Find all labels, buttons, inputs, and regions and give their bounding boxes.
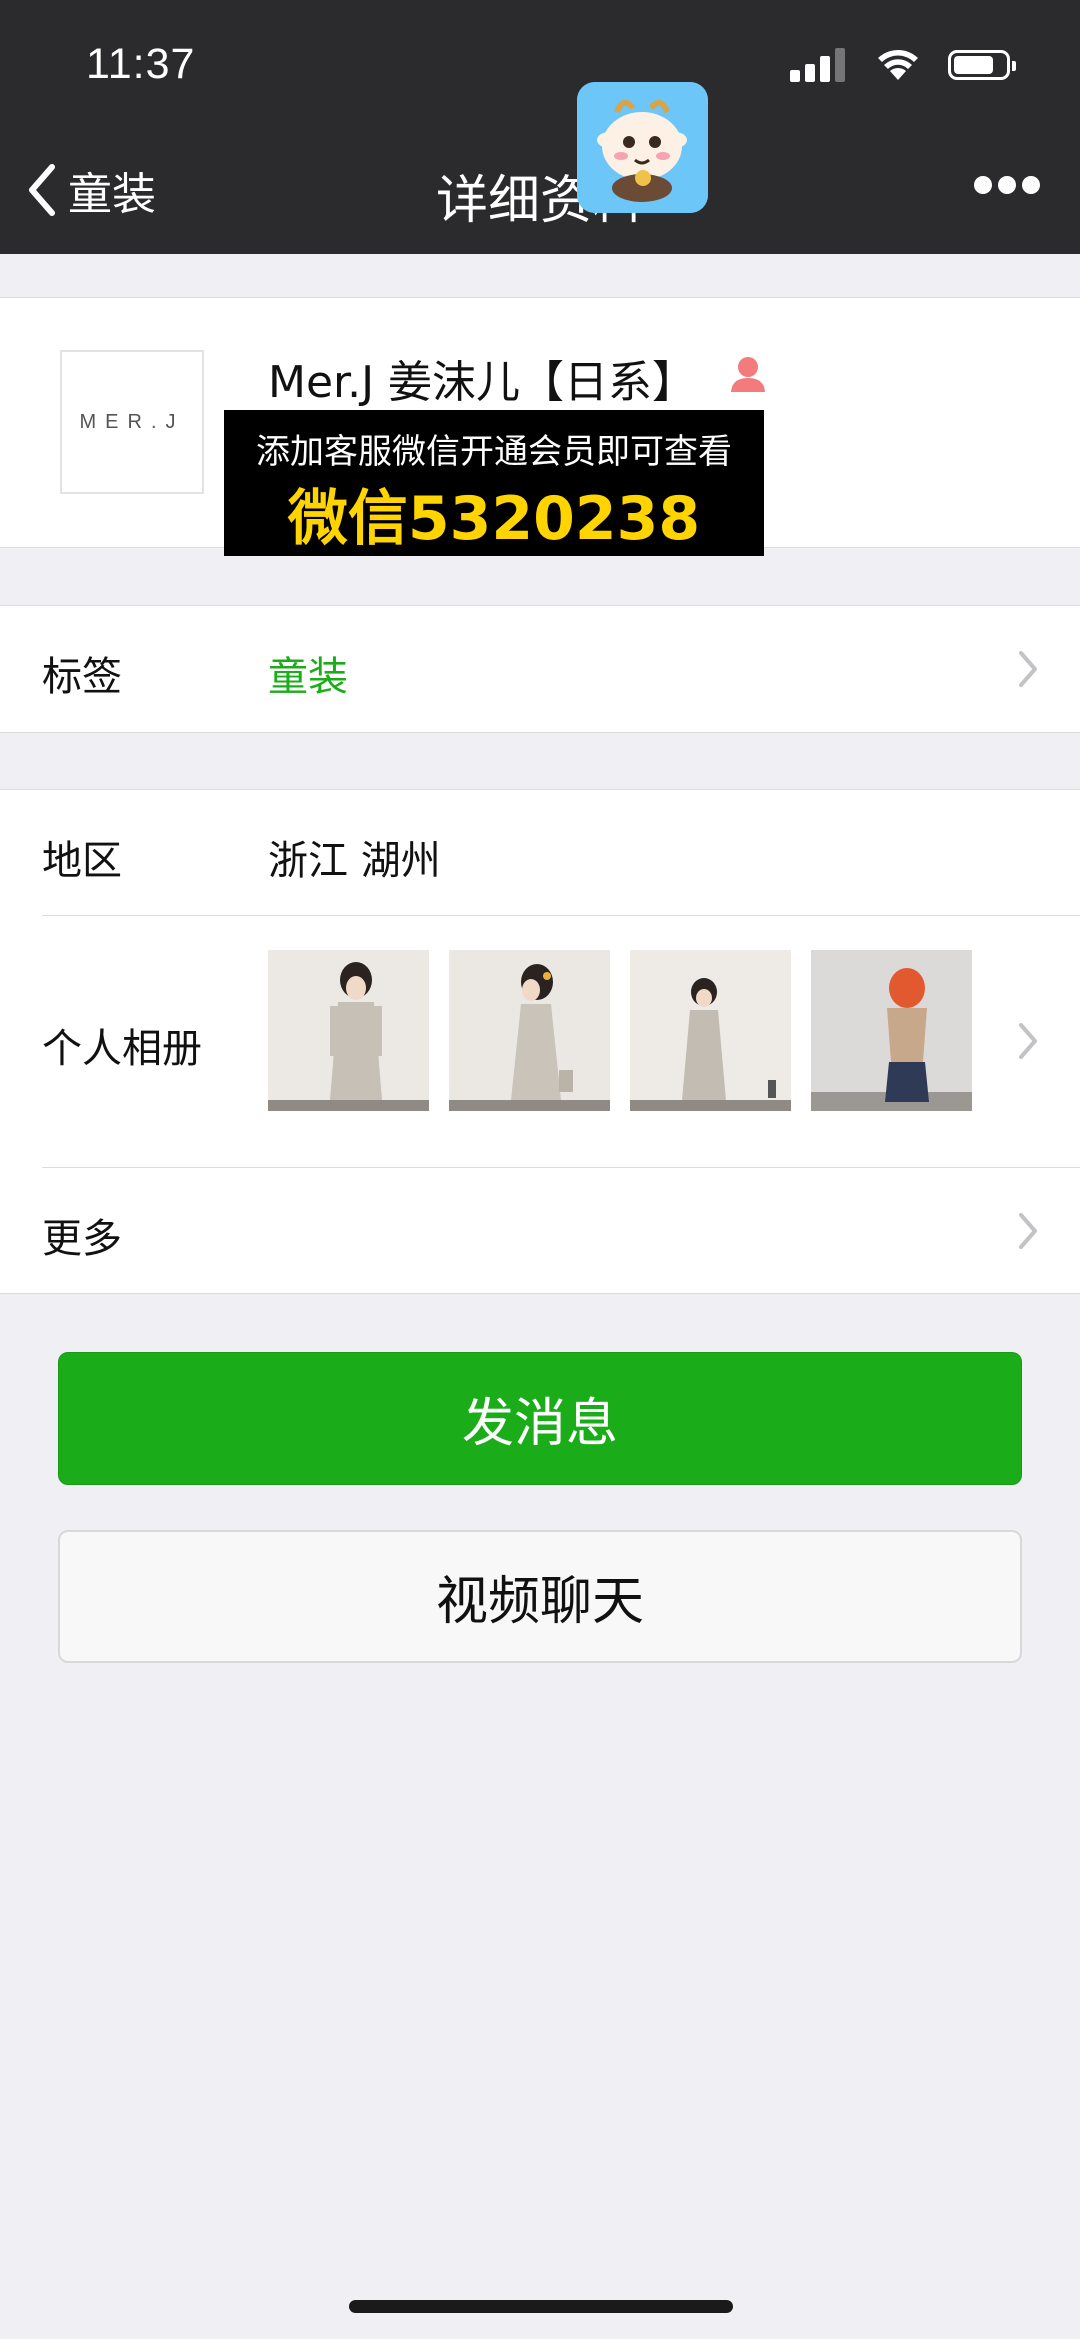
tag-value: 童装 xyxy=(268,654,348,700)
avatar[interactable]: MER.J xyxy=(60,350,204,494)
status-time: 11:37 xyxy=(86,40,196,88)
cellular-signal-icon xyxy=(790,46,850,82)
nav-bar: 11:37 童装 详细资料 xyxy=(0,0,1080,254)
info-group: 地区 浙江 湖州 个人相册 更多 xyxy=(0,789,1080,1294)
female-gender-icon xyxy=(731,357,765,392)
album-photo-1[interactable] xyxy=(268,950,429,1111)
wifi-icon xyxy=(878,50,918,80)
album-photos xyxy=(268,950,972,1111)
home-indicator[interactable] xyxy=(349,2300,733,2313)
region-value: 浙江 湖州 xyxy=(268,838,441,884)
region-label: 地区 xyxy=(42,838,122,884)
album-label: 个人相册 xyxy=(42,1026,202,1072)
more-options-icon[interactable] xyxy=(974,176,1040,196)
battery-icon xyxy=(948,50,1016,80)
tag-label: 标签 xyxy=(42,654,122,700)
more-row[interactable]: 更多 xyxy=(0,1168,1080,1293)
chevron-right-icon xyxy=(1019,651,1037,687)
album-photo-2[interactable] xyxy=(449,950,610,1111)
profile-card: MER.J Mer.J 姜沫儿【日系】 添加客服微信开通会员即可查看 微信532… xyxy=(0,297,1080,556)
album-photo-3[interactable] xyxy=(630,950,791,1111)
promo-overlay-banner: 添加客服微信开通会员即可查看 微信5320238 xyxy=(224,410,764,556)
cartoon-goat-icon xyxy=(577,82,708,213)
profile-name: Mer.J 姜沫儿【日系】 xyxy=(268,357,697,408)
floating-app-icon[interactable] xyxy=(577,82,708,213)
album-photo-4[interactable] xyxy=(811,950,972,1111)
tag-row[interactable]: 标签 童装 xyxy=(0,605,1080,733)
region-row: 地区 浙江 湖州 xyxy=(0,790,1080,915)
chevron-right-icon xyxy=(1019,1213,1037,1249)
promo-wechat-id: 微信5320238 xyxy=(287,484,701,554)
album-row[interactable]: 个人相册 xyxy=(0,916,1080,1166)
status-icons xyxy=(790,46,1040,86)
video-call-button[interactable]: 视频聊天 xyxy=(58,1530,1022,1663)
chevron-right-icon xyxy=(1019,1023,1037,1059)
page-title: 详细资料 xyxy=(435,171,644,231)
promo-text: 添加客服微信开通会员即可查看 xyxy=(256,432,732,472)
send-message-button[interactable]: 发消息 xyxy=(58,1352,1022,1485)
more-label: 更多 xyxy=(42,1216,122,1262)
